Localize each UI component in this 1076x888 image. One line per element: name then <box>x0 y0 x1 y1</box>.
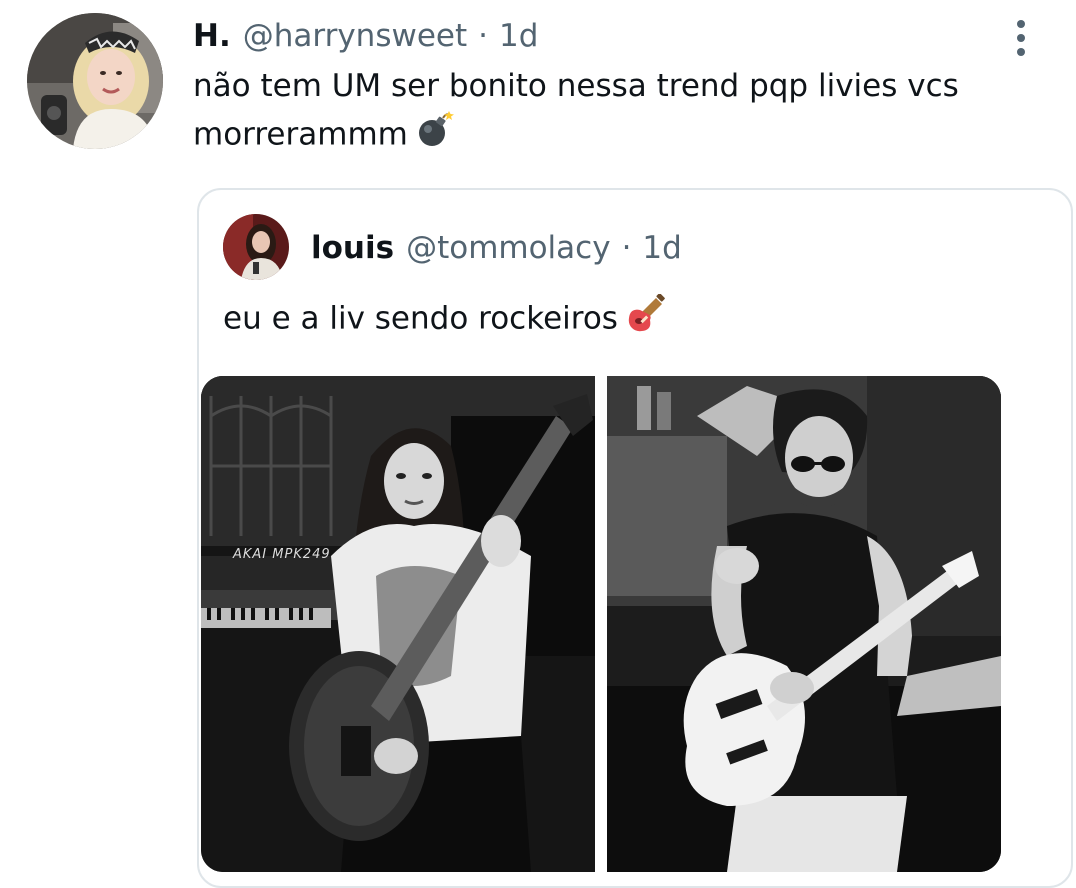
separator-dot: · <box>621 230 632 266</box>
photo-man-with-guitar[interactable] <box>607 376 1001 872</box>
keyboard-label: AKAI MPK249 <box>232 547 331 562</box>
photo-image <box>607 376 1001 872</box>
quoted-tweet-text-content: eu e a liv sendo rockeiros <box>223 300 618 337</box>
tweet[interactable]: H. @harrynsweet · 1d não tem UM ser boni… <box>0 0 1076 888</box>
quoted-tweet-header: louis @tommolacy · 1d <box>311 226 682 270</box>
quoted-author-display-name[interactable]: louis <box>311 230 394 266</box>
bomb-emoji-icon <box>416 110 454 162</box>
tweet-header: H. @harrynsweet · 1d <box>193 14 538 58</box>
tweet-text-content: não tem UM ser bonito nessa trend pqp li… <box>193 68 959 153</box>
author-avatar[interactable] <box>27 13 163 149</box>
quoted-tweet-text: eu e a liv sendo rockeiros <box>223 293 666 346</box>
avatar-image <box>27 13 163 149</box>
quoted-tweet-timestamp[interactable]: 1d <box>642 230 681 266</box>
photo-girl-with-guitar[interactable]: AKAI MPK249 <box>201 376 595 872</box>
separator-dot: · <box>478 18 488 54</box>
tweet-text: não tem UM ser bonito nessa trend pqp li… <box>193 62 993 162</box>
menu-dot <box>1017 20 1025 28</box>
guitar-emoji-icon <box>626 293 666 346</box>
menu-dot <box>1017 48 1025 56</box>
menu-dot <box>1017 34 1025 42</box>
author-display-name[interactable]: H. <box>193 18 231 54</box>
quoted-author-avatar[interactable] <box>223 214 289 280</box>
quoted-tweet-media: AKAI MPK249 <box>201 376 1001 872</box>
tweet-timestamp[interactable]: 1d <box>499 18 538 54</box>
more-vertical-icon[interactable] <box>1006 18 1036 58</box>
photo-image: AKAI MPK249 <box>201 376 595 872</box>
quoted-tweet-card[interactable]: louis @tommolacy · 1d eu e a liv sendo r… <box>197 188 1073 888</box>
author-handle[interactable]: @harrynsweet <box>243 18 467 54</box>
avatar-image <box>223 214 289 280</box>
quoted-author-handle[interactable]: @tommolacy <box>406 230 610 266</box>
